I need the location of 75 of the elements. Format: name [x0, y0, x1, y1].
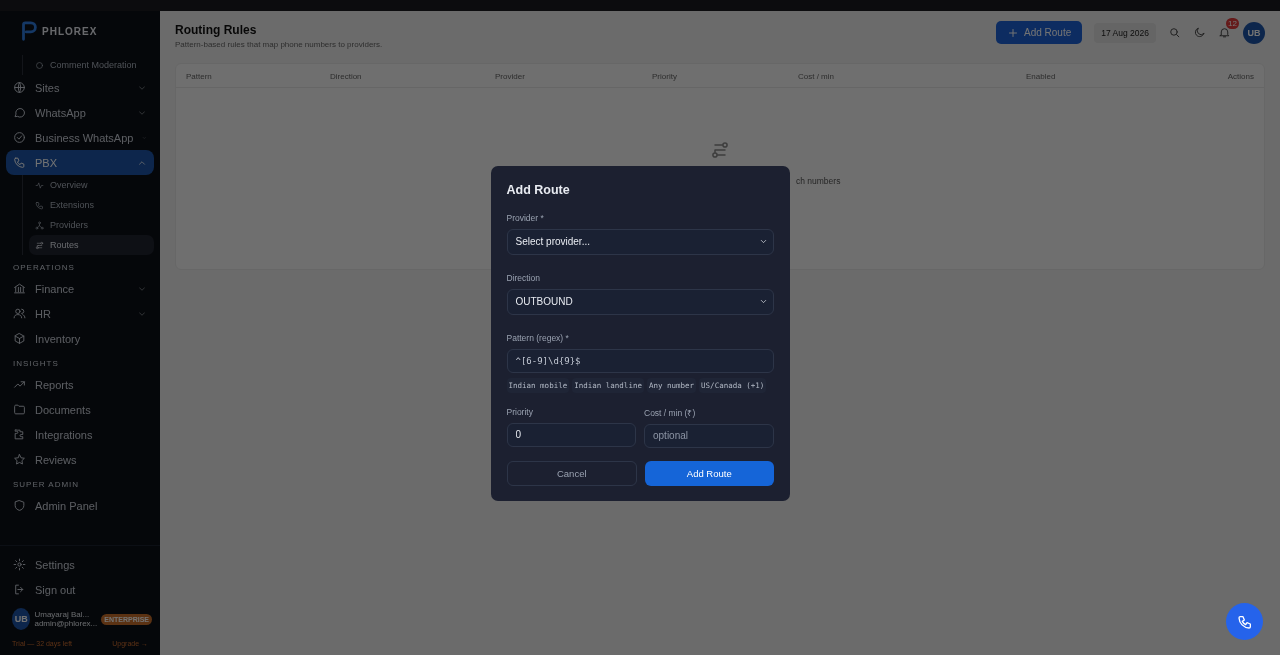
field-label: Direction: [506, 272, 542, 283]
field-label: Pattern (regex) *: [506, 332, 570, 343]
shield-icon: [13, 499, 26, 512]
bell-icon[interactable]: [1218, 26, 1231, 39]
sidebar-subitem[interactable]: Routes: [29, 235, 154, 255]
bank-icon: [13, 282, 26, 295]
column-header: Provider: [495, 72, 526, 81]
empty-state-text: ch numbers: [796, 176, 841, 186]
phone-icon: [1236, 613, 1253, 630]
pulse-icon: [35, 180, 44, 190]
provider-select[interactable]: Select provider...: [506, 228, 774, 255]
sidebar-subitem[interactable]: Comment Moderation: [29, 55, 154, 75]
sidebar-subitem[interactable]: Overview: [29, 175, 154, 195]
section-heading: INSIGHTS: [12, 358, 60, 370]
search-icon[interactable]: [1168, 26, 1181, 39]
sidebar-item[interactable]: Admin Panel: [6, 493, 154, 518]
sidebar-item[interactable]: Reports: [6, 372, 154, 397]
sidebar-item[interactable]: Sites: [6, 75, 154, 100]
puzzle-icon: [13, 428, 26, 441]
sidebar-item[interactable]: PBX: [6, 150, 154, 175]
chevron-icon: [758, 297, 768, 306]
direction-select[interactable]: OUTBOUND: [506, 288, 774, 315]
priority-input[interactable]: 0: [506, 422, 636, 447]
cost-input[interactable]: optional: [644, 423, 774, 448]
page-title: Routing Rules: [175, 23, 258, 37]
logo-text: PHLOREX: [42, 25, 98, 37]
date-chip: 17 Aug 2026: [1094, 22, 1156, 43]
sidebar-item[interactable]: HR: [6, 301, 154, 326]
globe-icon: [13, 81, 26, 94]
sidebar-item[interactable]: Reviews: [6, 447, 154, 472]
user-avatar[interactable]: UB: [12, 608, 31, 630]
sidebar-item[interactable]: Inventory: [6, 326, 154, 351]
chat-icon: [13, 106, 26, 119]
notification-badge: 12: [1226, 18, 1239, 29]
sidebar-item[interactable]: Sign out: [6, 577, 154, 602]
field-label: Provider *: [506, 212, 545, 223]
trend-icon: [13, 378, 26, 391]
logout-icon: [13, 583, 26, 596]
route-icon: [35, 240, 44, 250]
star-icon: [13, 453, 26, 466]
pattern-input[interactable]: ^[6-9]\d{9}$: [506, 348, 774, 373]
nodes-icon: [35, 220, 44, 230]
chevron-icon: [758, 237, 768, 246]
circle-icon: [35, 60, 44, 70]
add-route-button[interactable]: Add Route: [996, 21, 1083, 44]
add-route-button[interactable]: Add Route: [645, 460, 774, 486]
user-avatar[interactable]: UB: [1243, 21, 1265, 44]
sidebar-item[interactable]: Documents: [6, 397, 154, 422]
cancel-button[interactable]: Cancel: [506, 460, 637, 486]
check-icon: [13, 131, 26, 144]
settings-icon: [13, 558, 26, 571]
folder-icon: [13, 403, 26, 416]
sidebar-subitem[interactable]: Providers: [29, 215, 154, 235]
field-label: Cost / min (₹): [644, 406, 697, 418]
phone-icon: [13, 156, 26, 169]
field-label: Priority: [506, 406, 534, 417]
section-heading: OPERATIONS: [12, 262, 76, 274]
user-email: admin@phlorex...: [34, 619, 98, 628]
box-icon: [13, 332, 26, 345]
user-name: Umayaraj Bal...: [34, 610, 90, 619]
phone-icon: [35, 200, 44, 210]
dialog-title: Add Route: [506, 182, 571, 197]
plus-icon: [1007, 26, 1019, 39]
sidebar-item[interactable]: Business WhatsApp: [6, 125, 154, 150]
call-button[interactable]: [1226, 603, 1263, 640]
moon-icon[interactable]: [1193, 26, 1206, 39]
route-icon: [710, 140, 730, 160]
column-header: Actions: [1227, 72, 1254, 81]
sidebar-item[interactable]: Finance: [6, 276, 154, 301]
sidebar-item[interactable]: Settings: [6, 552, 154, 577]
sidebar-item[interactable]: WhatsApp: [6, 100, 154, 125]
sidebar-subitem[interactable]: Extensions: [29, 195, 154, 215]
section-heading: SUPER ADMIN: [12, 479, 81, 491]
users-icon: [13, 307, 26, 320]
sidebar-item[interactable]: Integrations: [6, 422, 154, 447]
